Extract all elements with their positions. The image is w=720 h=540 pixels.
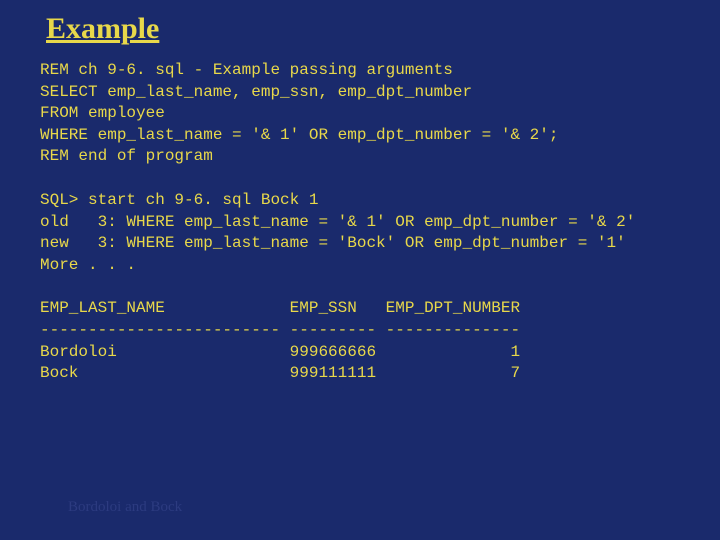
table-header: EMP_LAST_NAME EMP_SSN EMP_DPT_NUMBER [40,299,520,317]
code-block-result-table: EMP_LAST_NAME EMP_SSN EMP_DPT_NUMBER ---… [40,298,680,384]
slide-container: Example REM ch 9-6. sql - Example passin… [0,0,720,540]
code-line: old 3: WHERE emp_last_name = '& 1' OR em… [40,213,635,231]
code-block-sql-session: SQL> start ch 9-6. sql Bock 1 old 3: WHE… [40,190,680,276]
code-line: SELECT emp_last_name, emp_ssn, emp_dpt_n… [40,83,472,101]
code-line: WHERE emp_last_name = '& 1' OR emp_dpt_n… [40,126,558,144]
code-line: new 3: WHERE emp_last_name = 'Bock' OR e… [40,234,626,252]
table-row: Bordoloi 999666666 1 [40,343,520,361]
code-line: REM ch 9-6. sql - Example passing argume… [40,61,453,79]
code-line: SQL> start ch 9-6. sql Bock 1 [40,191,318,209]
code-block-sql-script: REM ch 9-6. sql - Example passing argume… [40,60,680,168]
code-line: More . . . [40,256,136,274]
code-line: REM end of program [40,147,213,165]
table-divider: ------------------------- --------- ----… [40,321,520,339]
table-row: Bock 999111111 7 [40,364,520,382]
footer-text: Bordoloi and Bock [68,499,182,516]
slide-title: Example [46,12,680,46]
code-line: FROM employee [40,104,165,122]
